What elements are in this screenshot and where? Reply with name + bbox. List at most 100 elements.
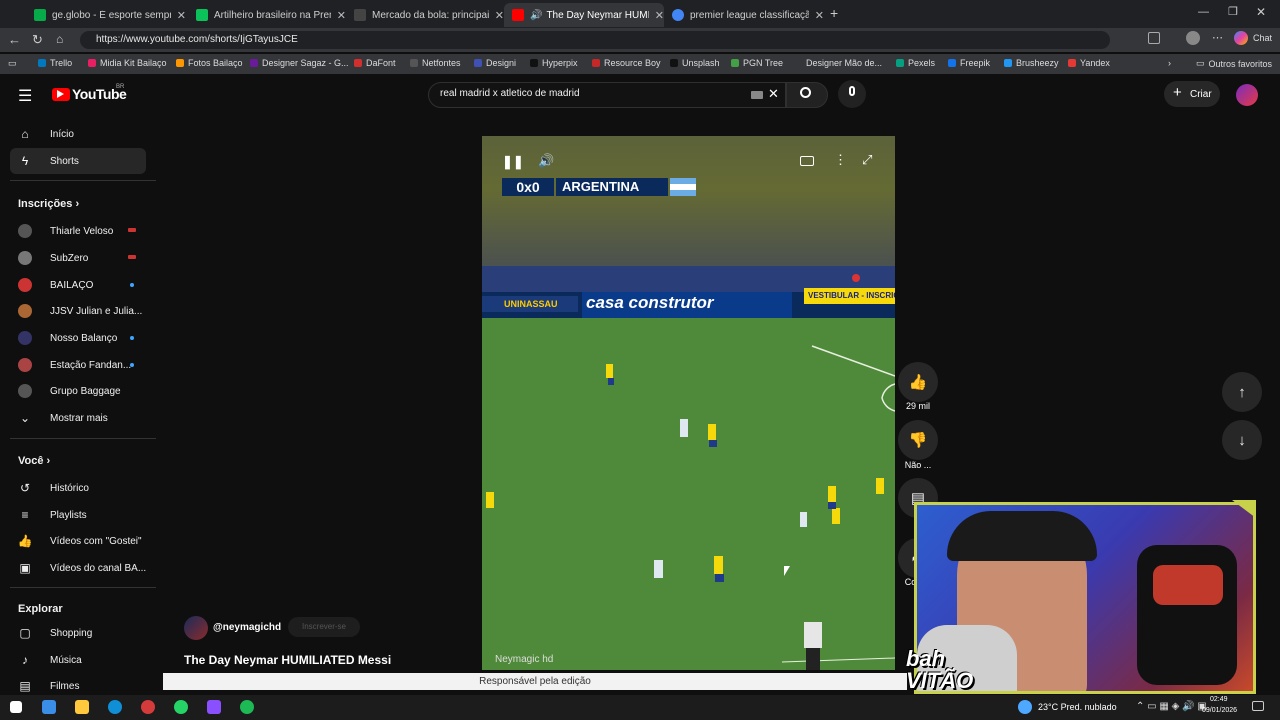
sidebar-item-subscription[interactable]: JJSV Julian e Julia... bbox=[18, 304, 142, 318]
bookmark[interactable]: Designer Sagaz - G... bbox=[250, 58, 349, 68]
bookmark[interactable]: Trello bbox=[38, 58, 72, 68]
site-icon bbox=[592, 59, 600, 67]
bookmark[interactable]: Designi bbox=[474, 58, 516, 68]
bookmark[interactable]: Yandex bbox=[1068, 58, 1110, 68]
like-count: 29 mil bbox=[905, 401, 930, 411]
hamburger-menu-icon[interactable]: ☰ bbox=[18, 86, 32, 106]
show-more-button[interactable]: ⌄ Mostrar mais bbox=[18, 411, 108, 425]
weather-text[interactable]: 23°C Pred. nublado bbox=[1038, 702, 1117, 712]
tab-neymar[interactable]: 🔊The Day Neymar HUMILIATED✕ bbox=[504, 3, 664, 27]
whatsapp-icon[interactable] bbox=[174, 700, 188, 714]
sidebar-toggle-icon[interactable]: ▭ bbox=[8, 58, 17, 69]
dislike-button[interactable]: 👎 bbox=[898, 420, 938, 460]
bookmark[interactable]: Midia Kit Bailaço bbox=[88, 58, 167, 68]
clear-search-icon[interactable]: ✕ bbox=[768, 86, 779, 102]
close-icon[interactable]: ✕ bbox=[177, 9, 186, 22]
bookmark[interactable]: Resource Boy bbox=[592, 58, 661, 68]
tab-mercado[interactable]: Mercado da bola: principais transf✕ bbox=[346, 3, 504, 27]
previous-video-button[interactable]: ↑ bbox=[1222, 372, 1262, 412]
sidebar-item-liked[interactable]: 👍 Vídeos com "Gostei" bbox=[18, 534, 142, 548]
tab-ge-globo[interactable]: ge.globo - É esporte sempre ✕ bbox=[26, 3, 186, 27]
spotify-icon[interactable] bbox=[240, 700, 254, 714]
more-options-icon[interactable]: ⋮ bbox=[834, 152, 847, 168]
tab-artilheiro[interactable]: Artilheiro brasileiro na Premier Lea✕ bbox=[188, 3, 346, 27]
notification-icon[interactable] bbox=[1252, 701, 1264, 711]
channel-name[interactable]: @neymagichd bbox=[213, 622, 281, 633]
sidebar-item-subscription[interactable]: Grupo Baggage bbox=[18, 384, 121, 398]
account-avatar[interactable] bbox=[1236, 84, 1258, 106]
windows-taskbar: 23°C Pred. nublado ⌃ ▭ ▦ ◈ 🔊 ▣ 02:49 09/… bbox=[0, 695, 1280, 720]
sidebar-item-playlists[interactable]: ≡ Playlists bbox=[18, 508, 86, 522]
back-icon[interactable]: ← bbox=[8, 32, 21, 47]
sidebar-item-movies[interactable]: ▤ Filmes bbox=[18, 679, 79, 693]
keyboard-icon[interactable] bbox=[751, 91, 763, 99]
sidebar-item-subscription[interactable]: Thiarle Veloso bbox=[18, 224, 113, 238]
new-tab-icon[interactable]: + bbox=[830, 5, 838, 21]
minimize-icon[interactable]: — bbox=[1198, 6, 1209, 18]
bookmark[interactable]: Fotos Bailaço bbox=[176, 58, 243, 68]
close-icon[interactable]: ✕ bbox=[337, 9, 346, 22]
you-heading[interactable]: Você › bbox=[18, 455, 50, 467]
copilot-icon[interactable] bbox=[1234, 31, 1248, 45]
volume-icon[interactable]: 🔊 bbox=[538, 153, 554, 169]
sidebar-item-history[interactable]: ↺ Histórico bbox=[18, 481, 89, 495]
bookmark[interactable]: Freepik bbox=[948, 58, 990, 68]
bookmark[interactable]: DaFont bbox=[354, 58, 396, 68]
bookmark[interactable]: Unsplash bbox=[670, 58, 720, 68]
arrow-down-icon: ↓ bbox=[1238, 431, 1246, 449]
pause-icon[interactable]: ❚❚ bbox=[502, 154, 524, 170]
app-icon[interactable] bbox=[207, 700, 221, 714]
channel-avatar[interactable] bbox=[184, 616, 208, 640]
sidebar-item-shopping[interactable]: ▢ Shopping bbox=[18, 626, 92, 640]
sidebar-item-subscription[interactable]: SubZero bbox=[18, 251, 88, 265]
tab-premier[interactable]: premier league classificação - Pes✕ bbox=[664, 3, 824, 27]
url-field[interactable]: https://www.youtube.com/shorts/IjGTayusJ… bbox=[80, 31, 1110, 49]
sidebar-item-subscription[interactable]: Nosso Balanço bbox=[18, 331, 117, 345]
chevron-right-icon[interactable]: › bbox=[1168, 58, 1171, 68]
bookmark[interactable]: Netfontes bbox=[410, 58, 461, 68]
site-icon bbox=[948, 59, 956, 67]
sidebar-item-music[interactable]: ♪ Música bbox=[18, 653, 82, 667]
close-icon[interactable]: ✕ bbox=[655, 9, 664, 22]
bookmark[interactable]: Hyperpix bbox=[530, 58, 578, 68]
subscriptions-heading[interactable]: Inscrições › bbox=[18, 198, 79, 210]
tray-icons[interactable]: ⌃ ▭ ▦ ◈ 🔊 ▣ bbox=[1136, 701, 1207, 712]
like-button[interactable]: 👍 bbox=[898, 362, 938, 402]
sidebar-item-channel-videos[interactable]: ▣ Vídeos do canal BA... bbox=[18, 561, 146, 575]
bookmark[interactable]: PGN Tree bbox=[731, 58, 783, 68]
windows-start-icon[interactable] bbox=[10, 701, 22, 713]
profile-avatar[interactable] bbox=[1186, 31, 1200, 45]
chat-button[interactable]: Chat bbox=[1253, 33, 1272, 43]
shorts-video-player[interactable]: 0x0 ARGENTINA UNINASSAU casa construtor … bbox=[482, 136, 895, 670]
fullscreen-icon[interactable]: ⤢ bbox=[862, 152, 872, 168]
explorer-icon[interactable] bbox=[42, 700, 56, 714]
clock-time[interactable]: 02:49 bbox=[1210, 696, 1228, 703]
captions-icon[interactable] bbox=[800, 156, 814, 166]
speaker-icon: 🔊 bbox=[530, 9, 543, 21]
edge-icon[interactable] bbox=[108, 700, 122, 714]
restore-icon[interactable]: ❐ bbox=[1228, 5, 1238, 18]
bookmark[interactable]: Pexels bbox=[896, 58, 935, 68]
sidebar-item-subscription[interactable]: Estação Fandan... bbox=[18, 358, 131, 372]
store-icon[interactable] bbox=[75, 700, 89, 714]
menu-icon[interactable]: ⋯ bbox=[1212, 31, 1223, 44]
bookmark[interactable]: Brusheezy bbox=[1004, 58, 1059, 68]
sidebar-item-shorts[interactable]: ϟ Shorts bbox=[18, 154, 79, 168]
next-video-button[interactable]: ↓ bbox=[1222, 420, 1262, 460]
weather-icon[interactable] bbox=[1018, 700, 1032, 714]
close-icon[interactable]: ✕ bbox=[495, 9, 504, 22]
app-icon[interactable] bbox=[141, 700, 155, 714]
other-favorites[interactable]: ▭ Outros favoritos bbox=[1196, 58, 1272, 69]
close-window-icon[interactable]: ✕ bbox=[1256, 5, 1266, 19]
subscribe-button[interactable]: Inscrever-se bbox=[288, 617, 360, 637]
home-icon[interactable]: ⌂ bbox=[56, 32, 63, 46]
reload-icon[interactable]: ↻ bbox=[32, 32, 43, 48]
search-input[interactable]: real madrid x atletico de madrid bbox=[440, 88, 580, 99]
music-icon: ♪ bbox=[22, 653, 28, 667]
sidebar-item-home[interactable]: ⌂ Início bbox=[18, 127, 74, 141]
extension-icon[interactable] bbox=[1148, 32, 1160, 44]
sidebar-item-subscription[interactable]: BAILAÇO bbox=[18, 278, 93, 292]
close-icon[interactable]: ✕ bbox=[815, 9, 824, 22]
clock-date[interactable]: 09/01/2026 bbox=[1202, 707, 1237, 714]
bookmark[interactable]: Designer Mão de... bbox=[806, 58, 882, 68]
